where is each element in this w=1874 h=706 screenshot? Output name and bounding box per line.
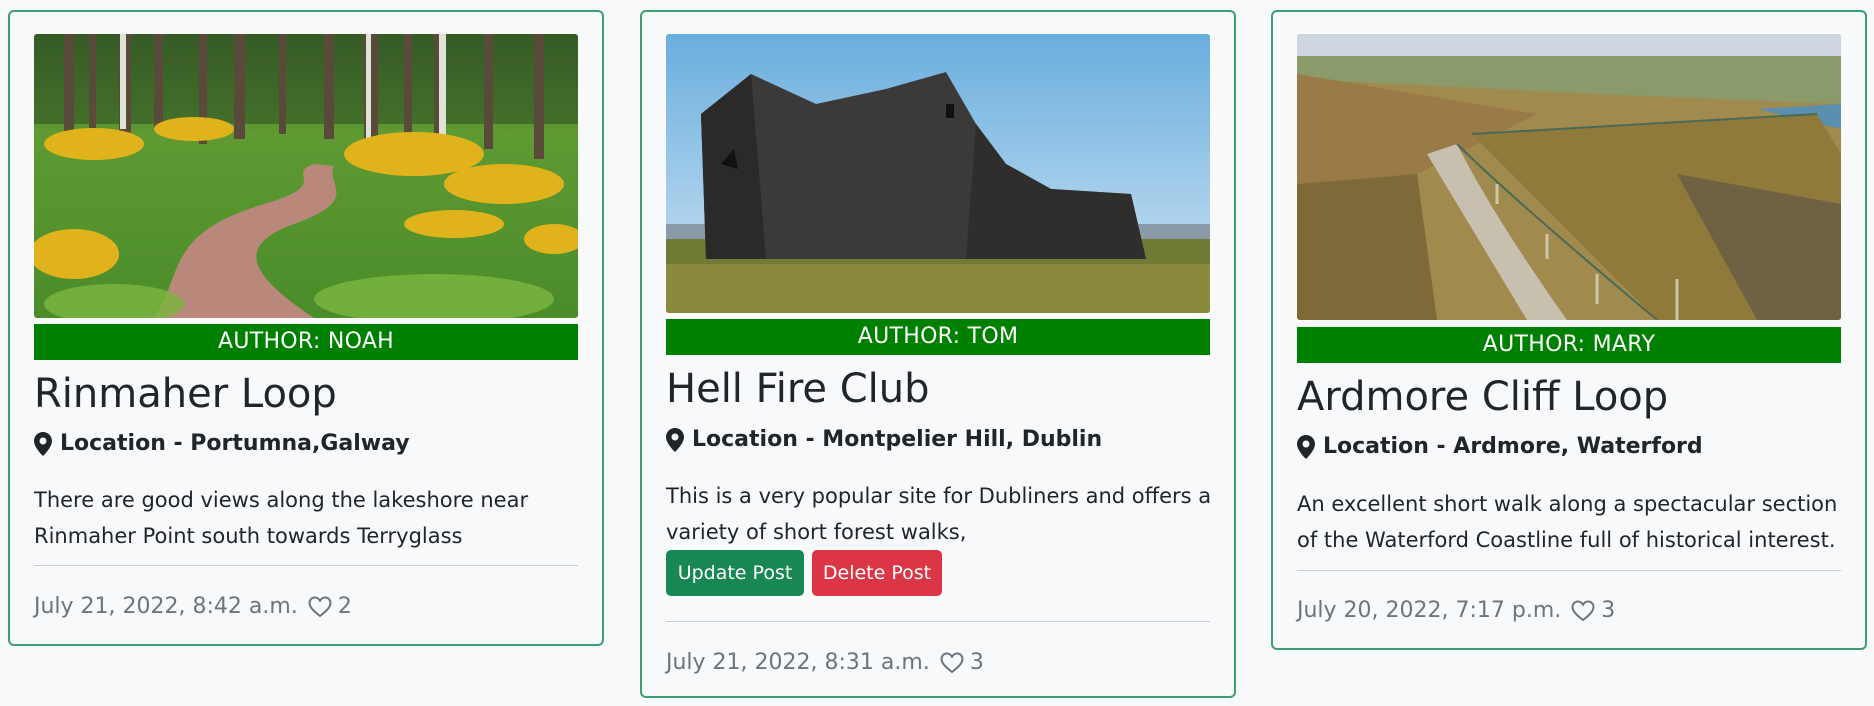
- like-count: 3: [1601, 598, 1616, 623]
- forest-path-photo: [34, 34, 578, 318]
- map-pin-icon: [34, 432, 52, 456]
- post-image[interactable]: [666, 34, 1210, 313]
- heart-outline-icon[interactable]: [940, 652, 964, 674]
- location-text: Location - Ardmore, Waterford: [1323, 434, 1703, 459]
- author-banner: AUTHOR: MARY: [1297, 327, 1841, 363]
- post-title[interactable]: Hell Fire Club: [666, 365, 930, 413]
- cliff-walk-photo: [1297, 34, 1841, 320]
- post-card: AUTHOR: TOM Hell Fire Club Location - Mo…: [640, 10, 1236, 698]
- map-pin-icon: [666, 428, 684, 452]
- post-description: There are good views along the lakeshore…: [34, 488, 529, 548]
- post-location: Location - Ardmore, Waterford: [1297, 433, 1703, 461]
- divider: [1297, 570, 1841, 571]
- like-count: 3: [969, 650, 984, 675]
- post-description: An excellent short walk along a spectacu…: [1297, 492, 1838, 552]
- post-date: July 21, 2022, 8:42 a.m.: [34, 594, 298, 619]
- post-date: July 20, 2022, 7:17 p.m.: [1297, 598, 1562, 623]
- stone-ruin-photo: [666, 34, 1210, 313]
- post-image[interactable]: [1297, 34, 1841, 320]
- post-card: AUTHOR: MARY Ardmore Cliff Loop Location…: [1271, 10, 1867, 650]
- post-title[interactable]: Ardmore Cliff Loop: [1297, 373, 1668, 421]
- post-footer: July 21, 2022, 8:31 a.m. 3: [666, 648, 984, 678]
- post-image[interactable]: [34, 34, 578, 318]
- post-location: Location - Montpelier Hill, Dublin: [666, 426, 1102, 454]
- location-text: Location - Montpelier Hill, Dublin: [692, 427, 1103, 452]
- post-location: Location - Portumna,Galway: [34, 430, 410, 458]
- post-footer: July 20, 2022, 7:17 p.m. 3: [1297, 596, 1615, 626]
- divider: [34, 565, 578, 566]
- post-title[interactable]: Rinmaher Loop: [34, 370, 337, 418]
- post-date: July 21, 2022, 8:31 a.m.: [666, 650, 930, 675]
- author-banner: AUTHOR: TOM: [666, 319, 1210, 355]
- author-banner: AUTHOR: NOAH: [34, 324, 578, 360]
- post-footer: July 21, 2022, 8:42 a.m. 2: [34, 592, 352, 622]
- post-card: AUTHOR: NOAH Rinmaher Loop Location - Po…: [8, 10, 604, 646]
- location-text: Location - Portumna,Galway: [60, 431, 410, 456]
- update-post-button[interactable]: Update Post: [666, 550, 804, 596]
- divider: [666, 621, 1210, 622]
- heart-outline-icon[interactable]: [1571, 600, 1595, 622]
- delete-post-button[interactable]: Delete Post: [812, 550, 942, 596]
- map-pin-icon: [1297, 435, 1315, 459]
- heart-outline-icon[interactable]: [308, 596, 332, 618]
- post-description: This is a very popular site for Dubliner…: [666, 484, 1212, 544]
- like-count: 2: [337, 594, 352, 619]
